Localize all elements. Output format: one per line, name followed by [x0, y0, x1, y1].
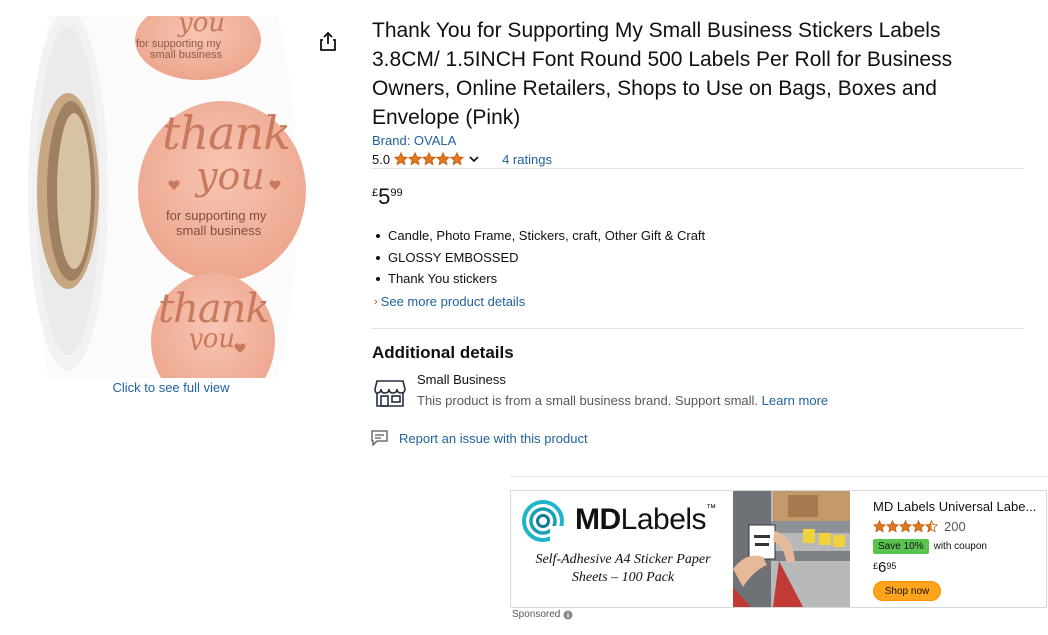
- rating-row: 5.0 4 ratings: [372, 150, 552, 168]
- ad-tagline-line-1: Self-Adhesive A4 Sticker Paper: [535, 552, 711, 567]
- star-icon: [394, 152, 409, 166]
- ad-coupon-row: Save 10% with coupon: [873, 539, 987, 554]
- learn-more-link[interactable]: Learn more: [762, 393, 828, 408]
- star-icon: [450, 152, 465, 166]
- shop-now-button[interactable]: Shop now: [873, 581, 941, 601]
- save-badge: Save 10%: [873, 539, 929, 554]
- divider: [372, 168, 1024, 169]
- sticker-text-you-top: you: [178, 8, 226, 38]
- sponsored-text: Sponsored: [512, 609, 561, 620]
- star-icon: [436, 152, 451, 166]
- small-business-text: This product is from a small business br…: [417, 393, 759, 408]
- product-main-image[interactable]: you for supporting my small business tha…: [28, 0, 318, 409]
- info-icon: [563, 610, 573, 619]
- ad-star-rating: [873, 520, 938, 533]
- rating-value: 5.0: [372, 151, 391, 167]
- storefront-icon: [374, 380, 406, 407]
- share-icon[interactable]: [316, 30, 340, 54]
- ad-price-fraction: 95: [886, 561, 897, 571]
- ad-price: £ 6 95: [873, 559, 896, 577]
- chevron-down-icon[interactable]: [468, 153, 480, 165]
- sponsored-label[interactable]: Sponsored: [512, 609, 573, 620]
- see-more-label: See more product details: [380, 294, 526, 309]
- ad-tagline-line-2: Sheets – 100 Pack: [571, 570, 675, 585]
- ad-tagline: Self-Adhesive A4 Sticker Paper Sheets – …: [517, 551, 729, 587]
- feature-bullets: Candle, Photo Frame, Stickers, craft, Ot…: [375, 228, 705, 293]
- ratings-count-link[interactable]: 4 ratings: [502, 152, 552, 167]
- star-icon: [886, 520, 899, 533]
- star-icon: [422, 152, 437, 166]
- sticker-subtext-top-2: small business: [150, 49, 223, 61]
- sticker-text-thank: thank: [162, 106, 291, 160]
- small-business-description: This product is from a small business br…: [417, 393, 828, 408]
- ad-brand-panel: MDLabels™ Self-Adhesive A4 Sticker Paper…: [511, 491, 733, 607]
- report-issue-link[interactable]: Report an issue with this product: [371, 430, 588, 446]
- price: £ 5 99: [372, 184, 403, 210]
- ad-logo-light: Labels: [620, 503, 707, 536]
- divider: [372, 328, 1024, 329]
- chevron-right-icon: ›: [374, 295, 378, 308]
- report-flag-icon: [371, 430, 388, 446]
- feature-bullet: Candle, Photo Frame, Stickers, craft, Ot…: [375, 228, 705, 250]
- star-icon: [912, 520, 925, 533]
- sticker-subtext-1: for supporting my: [166, 208, 267, 223]
- sponsored-ad[interactable]: MDLabels™ Self-Adhesive A4 Sticker Paper…: [510, 490, 1047, 608]
- star-icon: [873, 520, 886, 533]
- ad-rating: 200: [873, 519, 966, 534]
- feature-bullet: Thank You stickers: [375, 271, 705, 293]
- sticker-text-you-bottom: you: [188, 324, 236, 350]
- small-business-title: Small Business: [417, 372, 506, 387]
- ad-rating-count: 200: [944, 519, 966, 534]
- product-title: Thank You for Supporting My Small Busine…: [372, 19, 953, 129]
- feature-bullet: GLOSSY EMBOSSED: [375, 250, 705, 272]
- with-coupon-text: with coupon: [933, 541, 987, 552]
- ad-price-whole: 6: [878, 559, 887, 576]
- ad-logo-bold: MD: [575, 503, 621, 536]
- ad-product-photo: [733, 491, 850, 607]
- price-whole: 5: [378, 184, 391, 209]
- price-fraction: 99: [390, 187, 403, 199]
- additional-details-heading: Additional details: [372, 343, 514, 362]
- sticker-subtext-2: small business: [176, 223, 262, 238]
- report-issue-label: Report an issue with this product: [399, 430, 588, 446]
- divider: [510, 476, 1048, 477]
- sticker-text-you: you: [196, 154, 265, 198]
- brand-link[interactable]: Brand: OVALA: [372, 133, 456, 148]
- star-icon: [925, 520, 938, 533]
- md-labels-logo-icon: [522, 500, 564, 542]
- see-more-details-link[interactable]: › See more product details: [374, 294, 525, 309]
- star-rating[interactable]: [394, 152, 465, 166]
- star-icon: [408, 152, 423, 166]
- ad-logo-tm: ™: [706, 503, 716, 514]
- star-icon: [899, 520, 912, 533]
- click-full-view-link[interactable]: Click to see full view: [28, 380, 314, 395]
- ad-product-title[interactable]: MD Labels Universal Labe...: [873, 499, 1041, 514]
- ad-logo-text: MDLabels™: [575, 503, 716, 537]
